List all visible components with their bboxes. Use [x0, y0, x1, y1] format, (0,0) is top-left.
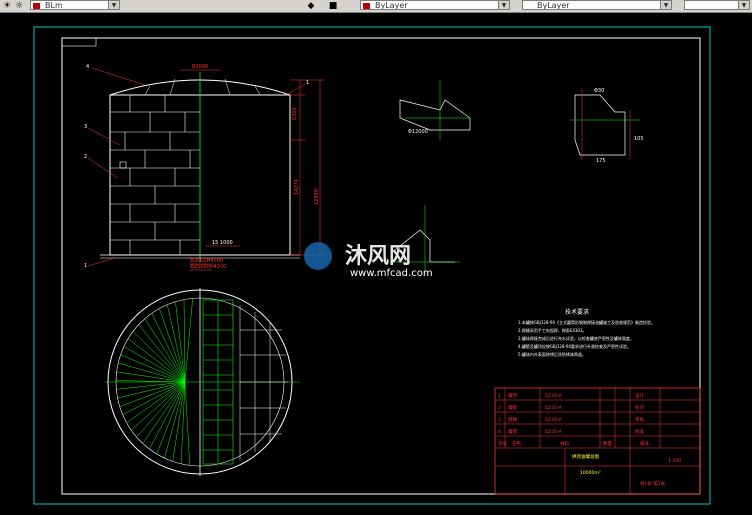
svg-text:材料: 材料: [560, 440, 569, 447]
detail-2-dim-a: Φ30: [594, 88, 604, 94]
dim-inner-height: 14274: [294, 179, 300, 195]
svg-text:备注: 备注: [640, 440, 649, 447]
tank-elevation: R2000 6300 12800 14274 15 1000 Φ3000H450…: [84, 64, 325, 271]
note-line: 2.焊缝采用手工电弧焊，焊条E4303。: [518, 327, 587, 333]
color-dropdown[interactable]: ByLayer ▼: [360, 0, 510, 10]
callout-1-bottom: 1: [84, 263, 87, 269]
watermark-logo: [304, 242, 332, 270]
title-block: 1 罐顶 Q235-A 2 罐壁 Q235-A 3 盘梯 Q235-A 4 罐底…: [494, 387, 701, 495]
chevron-down-icon[interactable]: ▼: [660, 1, 671, 9]
callout-2: 2: [84, 154, 87, 160]
dim-total-height: 12800: [314, 189, 320, 205]
svg-text:审核: 审核: [635, 416, 644, 423]
leader-lines: [87, 67, 306, 267]
rafter-line: [184, 298, 193, 383]
drawing-name: 拱顶油罐总图: [572, 453, 599, 460]
svg-text:罐壁: 罐壁: [508, 404, 517, 411]
svg-text:设计: 设计: [635, 392, 644, 399]
note-line: 1.本罐按GBJ128-90《立式圆筒形钢制焊接油罐施工及验收规范》制造检验。: [518, 319, 655, 325]
chevron-down-icon[interactable]: ▼: [738, 1, 749, 9]
svg-text:罐顶: 罐顶: [508, 392, 517, 399]
rafter-line: [117, 381, 186, 399]
rafter-line: [184, 381, 191, 466]
svg-text:序号: 序号: [498, 440, 507, 447]
callout-4: 4: [86, 64, 89, 70]
svg-text:数量: 数量: [603, 440, 612, 447]
shell-courses: [110, 95, 200, 255]
freeze-icon[interactable]: ☼: [14, 1, 24, 11]
chevron-down-icon[interactable]: ▼: [108, 1, 119, 9]
detail-view-2: Φ30 175 105: [570, 88, 644, 164]
note-line: 3.罐体焊接完成后进行充水试验，以检查罐底严密性及罐体强度。: [518, 335, 634, 341]
sheet-number: 共1张 第1张: [640, 480, 666, 487]
rafter-line: [126, 381, 186, 423]
rafter-line: [142, 381, 186, 444]
color-value: ByLayer: [375, 1, 408, 10]
color-swatch: [33, 3, 40, 9]
notes-title: 技术要求: [565, 308, 589, 316]
technical-notes: 技术要求 1.本罐按GBJ128-90《立式圆筒形钢制焊接油罐施工及验收规范》制…: [518, 308, 655, 357]
rafter-line: [156, 381, 186, 455]
code-box: [61, 37, 97, 47]
chevron-down-icon[interactable]: ▼: [498, 1, 509, 9]
svg-text:Q235-A: Q235-A: [545, 405, 563, 411]
dimension-lines: [180, 69, 325, 271]
linetype-dropdown[interactable]: ByLayer ▼: [522, 0, 672, 10]
rafter-line: [151, 313, 186, 383]
dim-inner-dia: 15 1000: [212, 240, 233, 246]
svg-text:Q235-A: Q235-A: [545, 417, 563, 423]
svg-text:2: 2: [498, 405, 501, 411]
rafter-line: [138, 324, 186, 383]
detail-1-dim: Φ12000: [408, 129, 428, 135]
color-swatch: [363, 3, 370, 9]
note-line: 5.罐体内外表面除锈后涂防锈漆两道。: [518, 351, 586, 357]
svg-text:批准: 批准: [635, 428, 644, 435]
dim-right-top: 6300: [292, 107, 298, 120]
dim-bottom-2: Φ25000H4200: [190, 264, 226, 270]
svg-text:Q235-A: Q235-A: [545, 429, 563, 435]
callout-3: 3: [84, 124, 87, 130]
scale: 1:100: [668, 458, 681, 464]
detail-2-dim-b: 175: [596, 158, 606, 164]
tank-plan: [105, 288, 300, 476]
rafter-line: [183, 299, 186, 383]
watermark-url: www.mfcad.com: [350, 268, 433, 279]
make-current-icon[interactable]: ◆: [306, 1, 316, 11]
layer-dropdown[interactable]: BLm ▼: [30, 0, 120, 10]
manhole: [119, 161, 127, 169]
linetype-value: ByLayer: [537, 1, 570, 10]
layer-name: BLm: [45, 1, 63, 10]
svg-text:3: 3: [498, 417, 501, 423]
watermark-brand: 沐风网: [345, 244, 411, 269]
dim-top: R2000: [192, 64, 208, 70]
svg-text:Q235-A: Q235-A: [545, 393, 563, 399]
cad-drawing-canvas[interactable]: R2000 6300 12800 14274 15 1000 Φ3000H450…: [0, 13, 752, 515]
rafter-line: [159, 308, 186, 383]
detail-view-1: Φ12000: [399, 80, 471, 140]
watermark: 沐风网 www.mfcad.com: [304, 242, 433, 279]
svg-text:校对: 校对: [635, 404, 644, 411]
toolbar: ☀ ☼ BLm ▼ ◆ ■ ByLayer ▼ ByLayer ▼ ▼: [0, 0, 752, 13]
lineweight-dropdown[interactable]: ▼: [684, 0, 750, 10]
svg-text:名称: 名称: [512, 440, 521, 447]
svg-text:盘梯: 盘梯: [508, 416, 517, 423]
layer-icon[interactable]: ☀: [2, 1, 12, 11]
capacity: 10000m³: [580, 470, 601, 476]
detail-2-dim-c: 105: [634, 136, 644, 142]
svg-text:1: 1: [498, 393, 501, 399]
svg-text:罐底: 罐底: [508, 428, 517, 435]
layer-previous-icon[interactable]: ■: [328, 1, 338, 11]
svg-text:4: 4: [498, 429, 501, 435]
callout-1-top: 1: [306, 80, 309, 86]
note-line: 4.罐壁及罐顶应按GBJ128-90要求进行外观检查及严密性试验。: [518, 343, 631, 349]
rafter-line: [120, 354, 186, 383]
rafter-line: [123, 346, 186, 383]
rafter-line: [116, 371, 186, 383]
rafter-line: [175, 301, 186, 383]
